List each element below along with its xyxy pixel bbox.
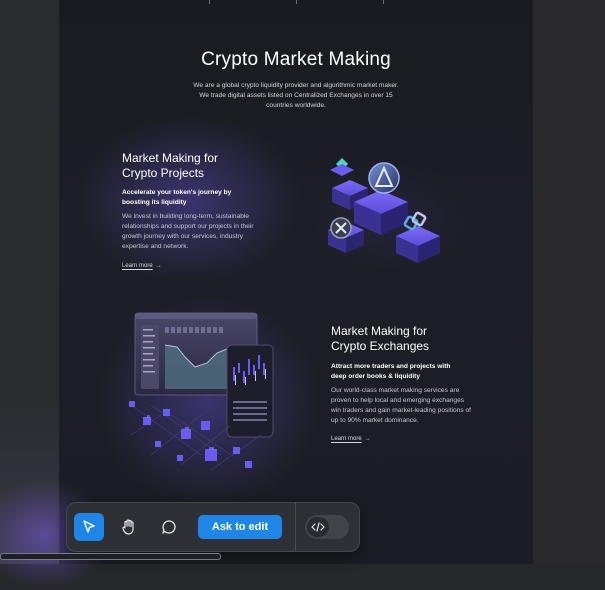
hand-tool-button[interactable]: [114, 513, 144, 541]
exchanges-learn-more-link[interactable]: Learn more →: [331, 436, 371, 442]
comment-icon: [162, 520, 176, 534]
horizontal-scrollbar[interactable]: [0, 553, 221, 560]
code-view-toggle[interactable]: [305, 515, 349, 539]
exchanges-title-line1: Market Making for: [331, 324, 428, 338]
exchanges-subtitle: Attract more traders and projects with d…: [331, 363, 451, 380]
crypto-exchanges-illustration: [129, 312, 274, 471]
comment-tool-button[interactable]: [154, 513, 184, 541]
projects-learn-more-label: Learn more: [122, 263, 153, 269]
cursor-icon: [83, 520, 95, 533]
projects-subtitle: Accelerate your token's journey by boost…: [122, 189, 232, 206]
exchanges-title: Market Making for Crypto Exchanges: [331, 324, 429, 354]
projects-body: We invest in building long-term, sustain…: [122, 213, 254, 250]
ask-to-edit-button[interactable]: Ask to edit: [198, 515, 282, 539]
editor-toolbar: Ask to edit: [66, 502, 360, 552]
nav-dividers: [209, 0, 389, 4]
exchanges-body: Our world-class market making services a…: [331, 387, 472, 424]
exchanges-title-line2: Crypto Exchanges: [331, 339, 430, 353]
arrow-right-icon: →: [155, 263, 162, 269]
hero-title: Crypto Market Making: [201, 49, 391, 70]
exchanges-learn-more-label: Learn more: [331, 436, 362, 442]
toolbar-divider: [295, 503, 296, 551]
select-tool-button[interactable]: [74, 513, 104, 541]
projects-title-line2: Crypto Projects: [122, 166, 205, 180]
arrow-right-icon: →: [364, 436, 371, 442]
code-toggle-knob: [307, 517, 329, 537]
hero-description: We are a global crypto liquidity provide…: [193, 82, 399, 109]
hand-icon: [122, 519, 134, 535]
right-gutter: [533, 0, 605, 564]
projects-learn-more-link[interactable]: Learn more →: [122, 263, 162, 269]
code-icon: [311, 522, 325, 532]
crypto-projects-illustration: [328, 158, 440, 263]
website-preview: Crypto Market Making We are a global cry…: [59, 0, 533, 564]
projects-title: Market Making for Crypto Projects: [122, 151, 218, 181]
projects-title-line1: Market Making for: [122, 151, 219, 165]
